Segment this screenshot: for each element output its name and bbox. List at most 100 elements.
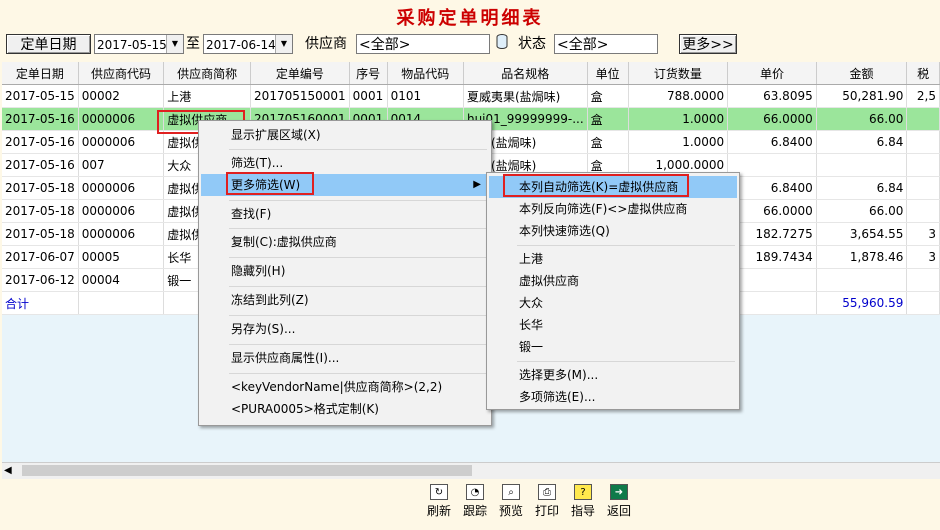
table-cell[interactable]: 上港 [163,84,252,108]
table-cell[interactable]: 00004 [78,268,165,292]
vendor-field[interactable]: <全部> [356,34,490,54]
table-cell[interactable]: 201705150001 [250,84,350,108]
submenu-item-reverse-filter[interactable]: 本列反向筛选(F)<>虚拟供应商 [489,198,737,220]
table-cell[interactable]: 66.0000 [727,199,817,223]
table-cell[interactable]: 2017-05-16 [2,153,79,177]
table-cell[interactable] [727,268,817,292]
menu-item-save-as[interactable]: 另存为(S)... [201,318,489,340]
table-cell[interactable]: 0001 [349,84,388,108]
menu-item-filter[interactable]: 筛选(T)... [201,152,489,174]
table-cell[interactable]: 0101 [387,84,464,108]
table-cell[interactable]: 盒 [587,130,629,154]
table-cell[interactable]: 盒 [587,107,629,131]
scrollbar-thumb[interactable] [22,465,472,476]
trace-button[interactable]: ◔ 跟踪 [461,484,489,519]
submenu-item-quick-filter[interactable]: 本列快速筛选(Q) [489,220,737,242]
status-field[interactable]: <全部> [554,34,658,54]
table-cell[interactable]: 00002 [78,84,165,108]
submenu-item-value[interactable]: 大众 [489,292,737,314]
table-cell[interactable]: 2017-05-16 [2,130,79,154]
table-cell[interactable]: 00005 [78,245,165,269]
col-header[interactable]: 供应商代码 [78,62,165,85]
date-to-select[interactable]: 2017-06-14 ▼ [203,34,293,54]
table-cell[interactable] [906,153,940,177]
date-from-select[interactable]: 2017-05-15 ▼ [94,34,184,54]
col-header[interactable]: 金额 [816,62,908,85]
col-header[interactable]: 单位 [587,62,629,85]
submenu-item-select-more[interactable]: 选择更多(M)... [489,364,737,386]
table-cell[interactable]: 2017-05-15 [2,84,79,108]
table-cell[interactable]: 63.8095 [727,84,817,108]
table-cell[interactable]: 66.00 [816,199,908,223]
table-cell[interactable]: 0000006 [78,222,165,246]
col-header[interactable]: 税 [906,62,940,85]
submenu-item-value[interactable]: 虚拟供应商 [489,270,737,292]
table-cell[interactable]: 66.00 [816,107,908,131]
menu-item-format-custom[interactable]: <PURA0005>格式定制(K) [201,398,489,420]
table-cell[interactable]: 夏威夷果(盐焗味) [463,84,588,108]
table-cell[interactable]: 1,878.46 [816,245,908,269]
submenu-item-multi-filter[interactable]: 多项筛选(E)... [489,386,737,408]
table-cell[interactable]: 2017-06-07 [2,245,79,269]
table-cell[interactable]: 2,5 [906,84,940,108]
print-button[interactable]: ⎙ 打印 [533,484,561,519]
chevron-down-icon[interactable]: ▼ [275,35,292,53]
date-filter-button[interactable]: 定单日期 [6,34,91,54]
table-cell[interactable]: 6.84 [816,176,908,200]
submenu-item-value[interactable]: 长华 [489,314,737,336]
database-icon[interactable] [493,34,511,54]
table-cell[interactable]: 0000006 [78,107,165,131]
table-cell[interactable]: 182.7275 [727,222,817,246]
preview-button[interactable]: ⌕ 预览 [497,484,525,519]
table-cell[interactable]: 66.0000 [727,107,817,131]
table-cell[interactable]: 3,654.55 [816,222,908,246]
scroll-left-icon[interactable]: ◀ [4,463,12,479]
table-cell[interactable]: 6.84 [816,130,908,154]
table-cell[interactable]: 2017-05-18 [2,222,79,246]
refresh-button[interactable]: ↻ 刷新 [425,484,453,519]
col-header[interactable]: 序号 [349,62,388,85]
table-cell[interactable] [816,268,908,292]
col-header[interactable]: 供应商简称 [163,62,252,85]
table-cell[interactable] [906,176,940,200]
table-cell[interactable] [906,199,940,223]
table-cell[interactable]: 1.0000 [628,107,729,131]
submenu-item-value[interactable]: 锻一 [489,336,737,358]
table-cell[interactable]: 788.0000 [628,84,729,108]
table-cell[interactable] [816,153,908,177]
menu-item-hide-column[interactable]: 隐藏列(H) [201,260,489,282]
more-button[interactable]: 更多>> [679,34,737,54]
table-cell[interactable]: 2017-05-18 [2,176,79,200]
menu-item-copy[interactable]: 复制(C):虚拟供应商 [201,231,489,253]
table-cell[interactable]: 0000006 [78,199,165,223]
col-header[interactable]: 物品代码 [387,62,464,85]
table-cell[interactable]: 1.0000 [628,130,729,154]
menu-item-freeze[interactable]: 冻结到此列(Z) [201,289,489,311]
menu-item-key-info[interactable]: <keyVendorName|供应商简称>(2,2) [201,376,489,398]
return-button[interactable]: ➜ 返回 [605,484,633,519]
table-cell[interactable]: 2017-05-16 [2,107,79,131]
table-cell[interactable]: 3 [906,245,940,269]
submenu-item-value[interactable]: 上港 [489,248,737,270]
col-header[interactable]: 品名规格 [463,62,588,85]
col-header[interactable]: 定单编号 [250,62,350,85]
table-cell[interactable] [906,268,940,292]
submenu-item-auto-filter[interactable]: 本列自动筛选(K)=虚拟供应商 [489,176,737,198]
table-cell[interactable]: 盒 [587,84,629,108]
table-cell[interactable]: 2017-05-18 [2,199,79,223]
table-cell[interactable]: 6.8400 [727,130,817,154]
menu-item-more-filter[interactable]: 更多筛选(W) ▶ [201,174,489,196]
table-cell[interactable]: 2017-06-12 [2,268,79,292]
col-header[interactable]: 单价 [727,62,817,85]
menu-item-show-extend[interactable]: 显示扩展区域(X) [201,124,489,146]
table-cell[interactable]: 0000006 [78,130,165,154]
chevron-down-icon[interactable]: ▼ [166,35,183,53]
col-header[interactable]: 定单日期 [2,62,79,85]
table-cell[interactable]: 3 [906,222,940,246]
table-cell[interactable]: 189.7434 [727,245,817,269]
table-cell[interactable] [727,153,817,177]
menu-item-find[interactable]: 查找(F) [201,203,489,225]
table-cell[interactable]: 007 [78,153,165,177]
table-cell[interactable]: 0000006 [78,176,165,200]
horizontal-scrollbar[interactable]: ◀ [2,462,940,479]
